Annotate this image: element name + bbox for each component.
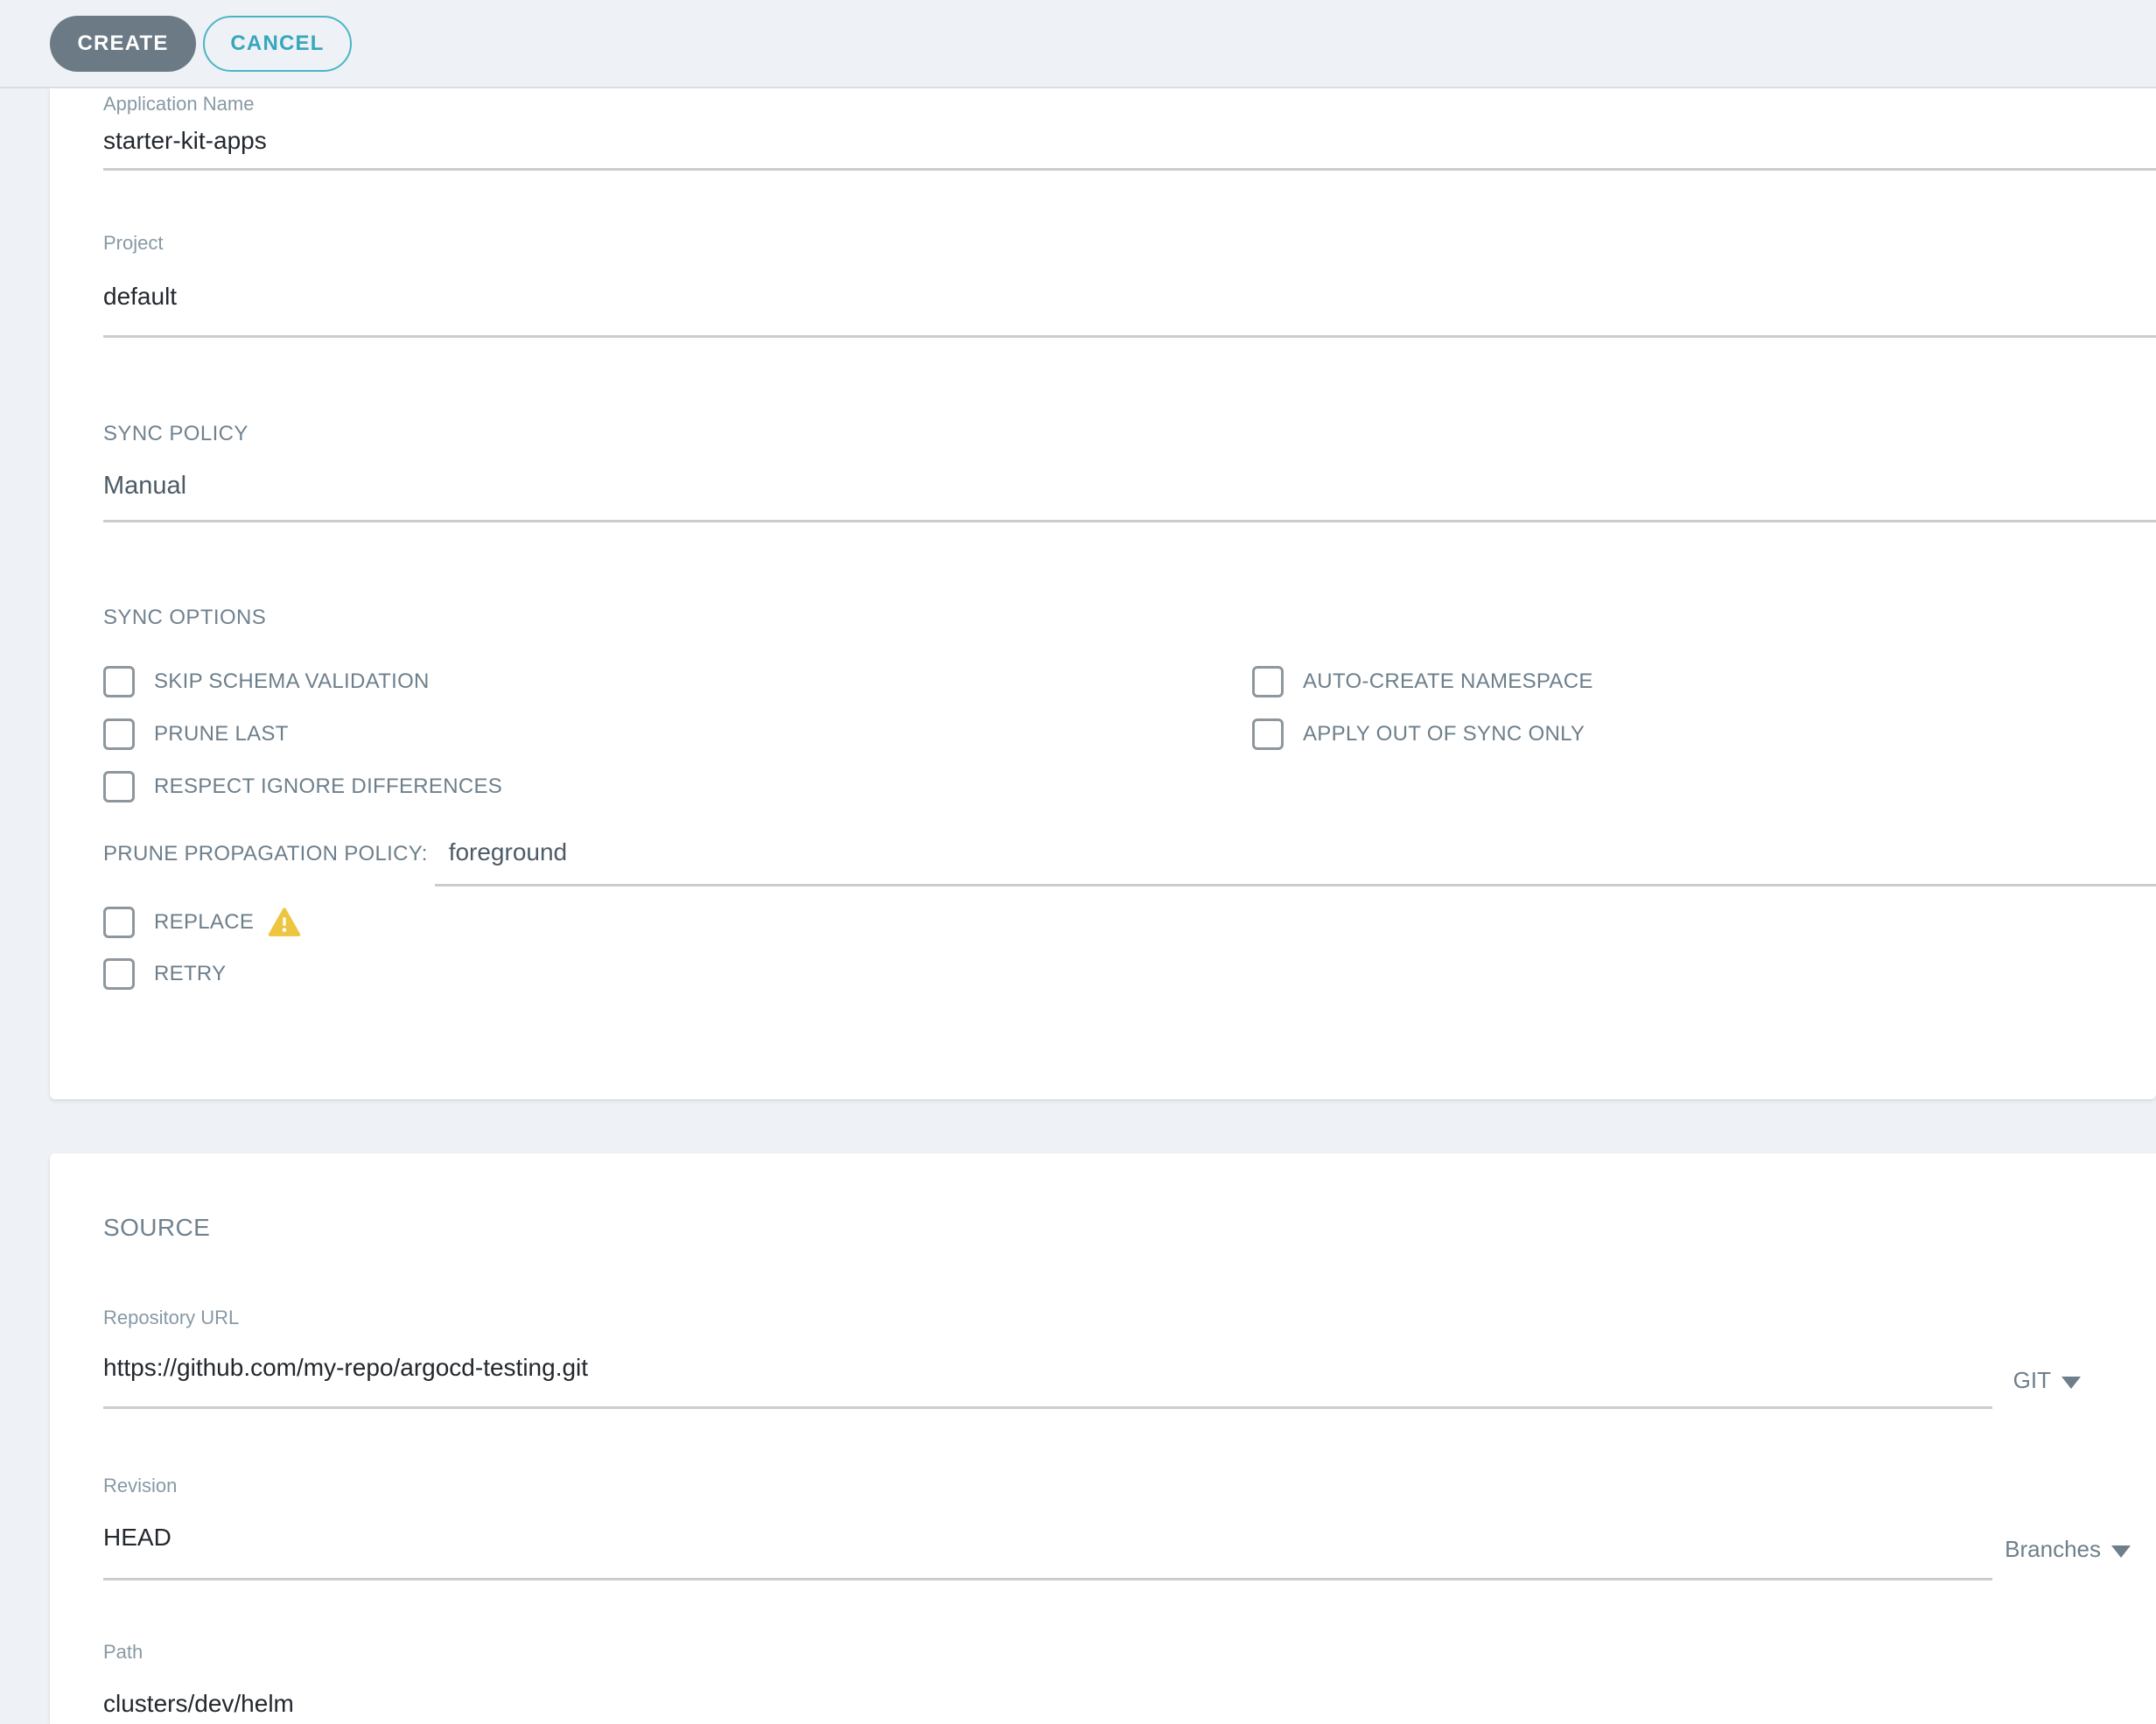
auto-create-namespace-option[interactable]: AUTO-CREATE NAMESPACE [1252,666,1593,697]
checkbox-label: SKIP SCHEMA VALIDATION [154,669,430,694]
repo-type-dropdown[interactable]: GIT [2013,1367,2081,1394]
prune-propagation-policy-select[interactable]: foreground [449,838,567,866]
source-section-card: SOURCE Repository URL https://github.com… [50,1153,2156,1724]
checkbox-label: RESPECT IGNORE DIFFERENCES [154,774,502,799]
repository-url-input[interactable]: https://github.com/my-repo/argocd-testin… [103,1354,588,1382]
retry-option[interactable]: RETRY [103,958,226,990]
repository-url-label: Repository URL [103,1307,239,1328]
revision-input[interactable]: HEAD [103,1524,172,1552]
revision-type-dropdown[interactable]: Branches [2005,1536,2131,1563]
revision-label: Revision [103,1475,177,1496]
project-input[interactable]: default [103,283,177,311]
field-underline [103,1578,1992,1580]
chevron-down-icon [2062,1377,2081,1389]
prune-propagation-policy-label: PRUNE PROPAGATION POLICY: [103,842,428,866]
apply-out-of-sync-only-checkbox[interactable] [1252,718,1284,750]
retry-checkbox[interactable] [103,958,135,990]
revision-type-dropdown-label: Branches [2005,1536,2101,1563]
checkbox-label: RETRY [154,962,226,986]
toolbar: CREATE CANCEL [0,0,2156,88]
create-button[interactable]: CREATE [50,16,196,72]
source-header: SOURCE [103,1216,210,1239]
replace-checkbox[interactable] [103,907,135,938]
checkbox-label: REPLACE [154,910,254,935]
prune-last-checkbox[interactable] [103,718,135,750]
auto-create-namespace-checkbox[interactable] [1252,666,1284,697]
field-underline [435,884,2156,887]
cancel-button[interactable]: CANCEL [203,16,352,72]
skip-schema-validation-checkbox[interactable] [103,666,135,697]
sync-policy-header: SYNC POLICY [103,423,248,445]
skip-schema-validation-option[interactable]: SKIP SCHEMA VALIDATION [103,666,430,697]
field-underline [103,168,2156,171]
application-name-label: Application Name [103,94,254,115]
path-input[interactable]: clusters/dev/helm [103,1690,294,1718]
warning-icon [268,908,301,937]
sync-options-header: SYNC OPTIONS [103,606,266,629]
prune-last-option[interactable]: PRUNE LAST [103,718,289,750]
field-underline [103,335,2156,338]
repo-type-dropdown-label: GIT [2013,1367,2051,1394]
application-name-input[interactable]: starter-kit-apps [103,127,267,155]
checkbox-label: APPLY OUT OF SYNC ONLY [1303,722,1585,746]
general-section-card: Application Name starter-kit-apps Projec… [50,88,2156,1099]
field-underline [103,520,2156,522]
respect-ignore-differences-checkbox[interactable] [103,771,135,802]
chevron-down-icon [2111,1545,2131,1558]
field-underline [103,1406,1992,1409]
replace-option[interactable]: REPLACE [103,907,301,938]
checkbox-label: PRUNE LAST [154,722,289,746]
prune-propagation-policy-row: PRUNE PROPAGATION POLICY: foreground [103,838,567,866]
respect-ignore-differences-option[interactable]: RESPECT IGNORE DIFFERENCES [103,771,502,802]
sync-policy-select[interactable]: Manual [103,472,186,500]
checkbox-label: AUTO-CREATE NAMESPACE [1303,669,1593,694]
project-label: Project [103,233,163,254]
apply-out-of-sync-only-option[interactable]: APPLY OUT OF SYNC ONLY [1252,718,1585,750]
path-label: Path [103,1642,143,1663]
